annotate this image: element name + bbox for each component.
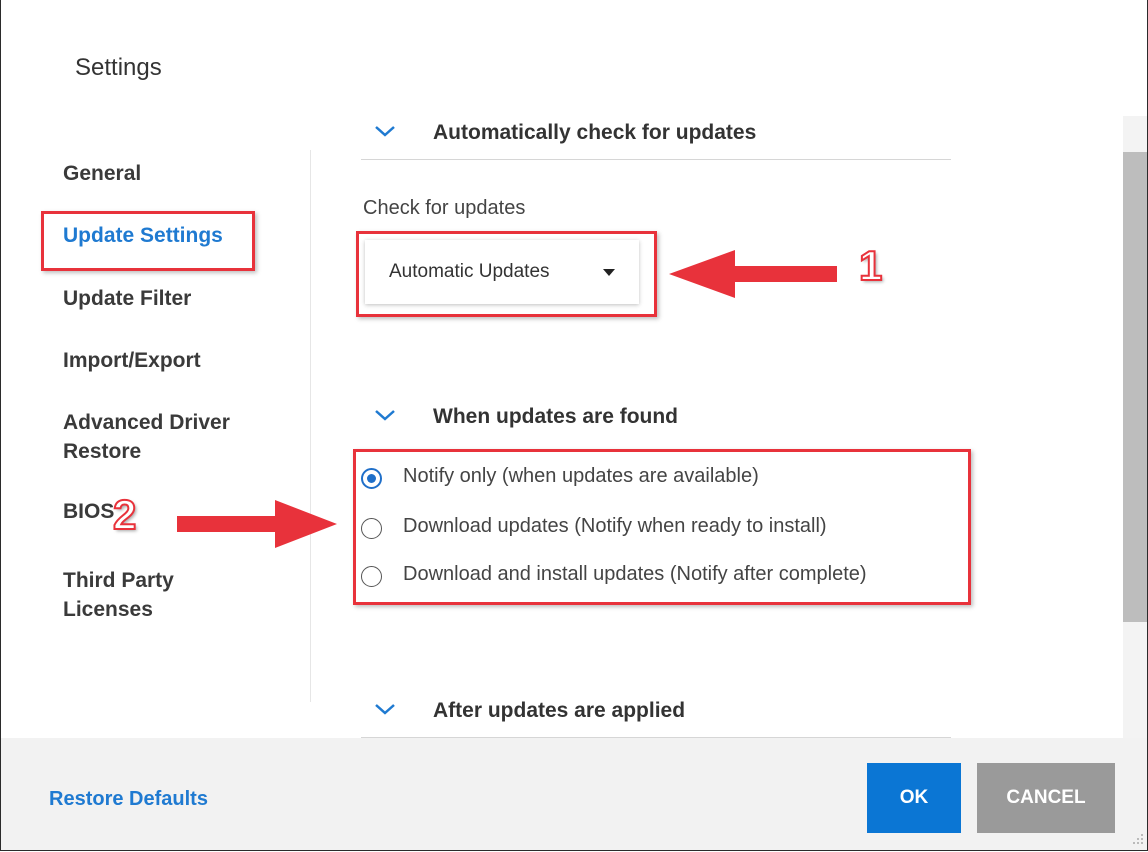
annotation-box-sidebar <box>41 211 255 271</box>
section-divider <box>361 159 951 160</box>
ok-button[interactable]: OK <box>867 763 961 833</box>
restore-defaults-link[interactable]: Restore Defaults <box>49 788 208 811</box>
check-for-updates-label: Check for updates <box>363 197 526 219</box>
sidebar-item-third-party-licenses[interactable]: Third Party Licenses <box>63 566 223 624</box>
sidebar-item-import-export[interactable]: Import/Export <box>63 346 201 375</box>
scrollbar-thumb[interactable] <box>1123 152 1147 622</box>
sidebar-divider <box>310 150 311 702</box>
resize-grip-icon[interactable] <box>1129 830 1145 846</box>
chevron-down-icon <box>375 410 395 421</box>
section-header-label: Automatically check for updates <box>433 121 757 144</box>
annotation-number-1: 1 <box>858 241 883 290</box>
dialog-title: Settings <box>75 54 162 81</box>
annotation-number-2: 2 <box>112 490 137 539</box>
sidebar-item-update-filter[interactable]: Update Filter <box>63 284 191 313</box>
sidebar-item-general[interactable]: General <box>63 159 141 188</box>
section-header-label: When updates are found <box>433 405 679 428</box>
cancel-button[interactable]: CANCEL <box>977 763 1115 833</box>
annotation-box-dropdown <box>356 231 657 317</box>
section-header-label: After updates are applied <box>433 699 686 722</box>
sidebar-item-advanced-driver-restore[interactable]: Advanced Driver Restore <box>63 408 263 466</box>
sidebar-item-bios[interactable]: BIOS <box>63 497 114 526</box>
annotation-arrow-2-icon <box>177 500 337 548</box>
chevron-down-icon <box>375 126 395 137</box>
annotation-arrow-1-icon <box>669 250 837 298</box>
settings-dialog: Settings General Update Settings Update … <box>0 0 1148 851</box>
annotation-box-radios <box>353 449 971 605</box>
chevron-down-icon <box>375 704 395 715</box>
